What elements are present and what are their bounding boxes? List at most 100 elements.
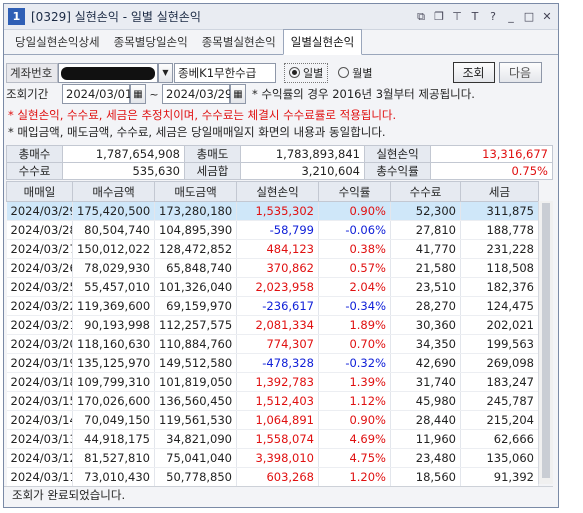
col-header-return[interactable]: 수익률 [318, 181, 391, 202]
account-redaction [61, 66, 155, 80]
table-cell: 2024/03/12 [6, 448, 73, 468]
fee-value: 535,630 [62, 162, 185, 180]
table-cell: 183,247 [460, 372, 539, 392]
col-header-fee[interactable]: 수수료 [390, 181, 461, 202]
table-cell: 2,023,958 [236, 277, 319, 297]
fee-label: 수수료 [6, 162, 63, 180]
calendar-from-button[interactable]: ▦ [130, 84, 146, 104]
maximize-icon[interactable]: □ [522, 9, 536, 25]
account-input[interactable] [58, 62, 158, 83]
table-cell: 31,740 [390, 372, 461, 392]
table-cell: 109,799,310 [72, 372, 155, 392]
table-cell: 104,895,390 [154, 220, 237, 240]
table-cell: 2024/03/25 [6, 277, 73, 297]
table-cell: 2024/03/28 [6, 220, 73, 240]
table-cell: 124,475 [460, 296, 539, 316]
query-button[interactable]: 조회 [452, 62, 495, 83]
table-cell: -58,799 [236, 220, 319, 240]
status-bar: 조회가 완료되었습니다. [4, 486, 553, 503]
table-cell: 28,440 [390, 410, 461, 430]
minimize-icon[interactable]: _ [504, 9, 518, 25]
table-cell: 774,307 [236, 334, 319, 354]
table-row[interactable]: 2024/03/21 90,193,998 112,257,575 2,081,334… [6, 315, 539, 335]
table-cell: 23,480 [390, 448, 461, 468]
table-cell: 1,535,302 [236, 201, 319, 221]
window-number: 1 [8, 8, 25, 25]
table-cell: 52,300 [390, 201, 461, 221]
table-row[interactable]: 2024/03/12 81,527,810 75,041,040 3,398,010 4… [6, 448, 539, 468]
table-cell: 2024/03/14 [6, 410, 73, 430]
table-cell: 78,029,930 [72, 258, 155, 278]
rate-value: 0.75% [430, 162, 553, 180]
pin-icon[interactable]: ⊤ [450, 9, 464, 25]
table-cell: 101,326,040 [154, 277, 237, 297]
col-header-trade-date[interactable]: 매매일 [6, 181, 73, 202]
account-name-field: 종베K1무한수급 [174, 62, 276, 83]
table-cell: 70,049,150 [72, 410, 155, 430]
table-row[interactable]: 2024/03/27 150,012,022 128,472,852 484,123 0… [6, 239, 539, 259]
tab-daily-realized-pnl[interactable]: 일별실현손익 [282, 29, 363, 55]
table-row[interactable]: 2024/03/15 170,026,600 136,560,450 1,512,40… [6, 391, 539, 411]
radio-daily[interactable]: 일별 [284, 62, 329, 83]
table-cell: 370,862 [236, 258, 319, 278]
table-cell: 245,787 [460, 391, 539, 411]
table-cell: 2024/03/20 [6, 334, 73, 354]
table-row[interactable]: 2024/03/26 78,029,930 65,848,740 370,862 0.5… [6, 258, 539, 278]
radio-monthly[interactable]: 월별 [338, 65, 373, 81]
table-row[interactable]: 2024/03/29 175,420,500 173,280,180 1,535,30… [6, 201, 539, 221]
col-header-sell-amount[interactable]: 매도금액 [154, 181, 237, 202]
period-note: * 수익률의 경우 2016년 3월부터 제공됩니다. [252, 87, 475, 101]
table-row[interactable]: 2024/03/25 55,457,010 101,326,040 2,023,958… [6, 277, 539, 297]
table-cell: 2024/03/27 [6, 239, 73, 259]
table-row[interactable]: 2024/03/28 80,504,740 104,895,390 -58,799 -0… [6, 220, 539, 240]
table-cell: 0.57% [318, 258, 391, 278]
window-copy-icon[interactable]: ❐ [432, 9, 446, 25]
vertical-scrollbar[interactable] [538, 201, 553, 484]
window-tile-icon[interactable]: ⧉ [414, 9, 428, 25]
period-label: 조회기간 [6, 87, 49, 101]
table-row[interactable]: 2024/03/19 135,125,970 149,512,580 -478,328… [6, 353, 539, 373]
scrollbar-thumb[interactable] [542, 203, 550, 478]
tab-stock-daily-pnl[interactable]: 종목별당일손익 [107, 30, 195, 54]
radio-monthly-label: 월별 [352, 66, 373, 80]
date-from-input[interactable]: 2024/03/01 [62, 84, 132, 104]
calendar-to-button[interactable]: ▦ [230, 84, 246, 104]
table-cell: 81,527,810 [72, 448, 155, 468]
date-to-input[interactable]: 2024/03/29 [162, 84, 232, 104]
table-row[interactable]: 2024/03/14 70,049,150 119,561,530 1,064,891… [6, 410, 539, 430]
col-header-realized-pnl[interactable]: 실현손익 [236, 181, 319, 202]
table-cell: 18,560 [390, 467, 461, 487]
table-cell: 4.69% [318, 429, 391, 449]
table-row[interactable]: 2024/03/18 109,799,310 101,819,050 1,392,78… [6, 372, 539, 392]
table-row[interactable]: 2024/03/13 44,918,175 34,821,090 1,558,074 4… [6, 429, 539, 449]
table-cell: 2.04% [318, 277, 391, 297]
table-row[interactable]: 2024/03/11 73,010,430 50,778,850 603,268 1.2… [6, 467, 539, 487]
table-cell: 110,884,760 [154, 334, 237, 354]
tab-daily-realized-detail[interactable]: 당일실현손익상세 [8, 30, 107, 54]
table-row[interactable]: 2024/03/20 118,160,630 110,884,760 774,307 0… [6, 334, 539, 354]
table-cell: 41,770 [390, 239, 461, 259]
col-header-buy-amount[interactable]: 매수금액 [72, 181, 155, 202]
table-cell: 128,472,852 [154, 239, 237, 259]
table-row[interactable]: 2024/03/22 119,369,600 69,159,970 -236,617-… [6, 296, 539, 316]
total-sell-label: 총매도 [184, 145, 241, 163]
close-icon[interactable]: ✕ [540, 9, 554, 25]
table-cell: 0.90% [318, 410, 391, 430]
table-cell: 23,510 [390, 277, 461, 297]
col-header-tax[interactable]: 세금 [460, 181, 539, 202]
warning-note: * 실현손익, 수수료, 세금은 추정치이며, 수수료는 체결시 수수료률로 적… [8, 108, 397, 122]
table-cell: 1.20% [318, 467, 391, 487]
table-cell: 2024/03/19 [6, 353, 73, 373]
help-icon[interactable]: ? [486, 9, 500, 25]
account-dropdown-button[interactable]: ▼ [158, 62, 173, 83]
text-size-icon[interactable]: T [468, 9, 482, 25]
tab-stock-realized-pnl[interactable]: 종목별실현손익 [195, 30, 283, 54]
next-button[interactable]: 다음 [498, 62, 542, 83]
table-cell: 62,666 [460, 429, 539, 449]
table-cell: 11,960 [390, 429, 461, 449]
table-cell: 1,512,403 [236, 391, 319, 411]
table-cell: 175,420,500 [72, 201, 155, 221]
table-cell: 135,060 [460, 448, 539, 468]
table-cell: 136,560,450 [154, 391, 237, 411]
radio-unselected-icon [338, 67, 350, 78]
